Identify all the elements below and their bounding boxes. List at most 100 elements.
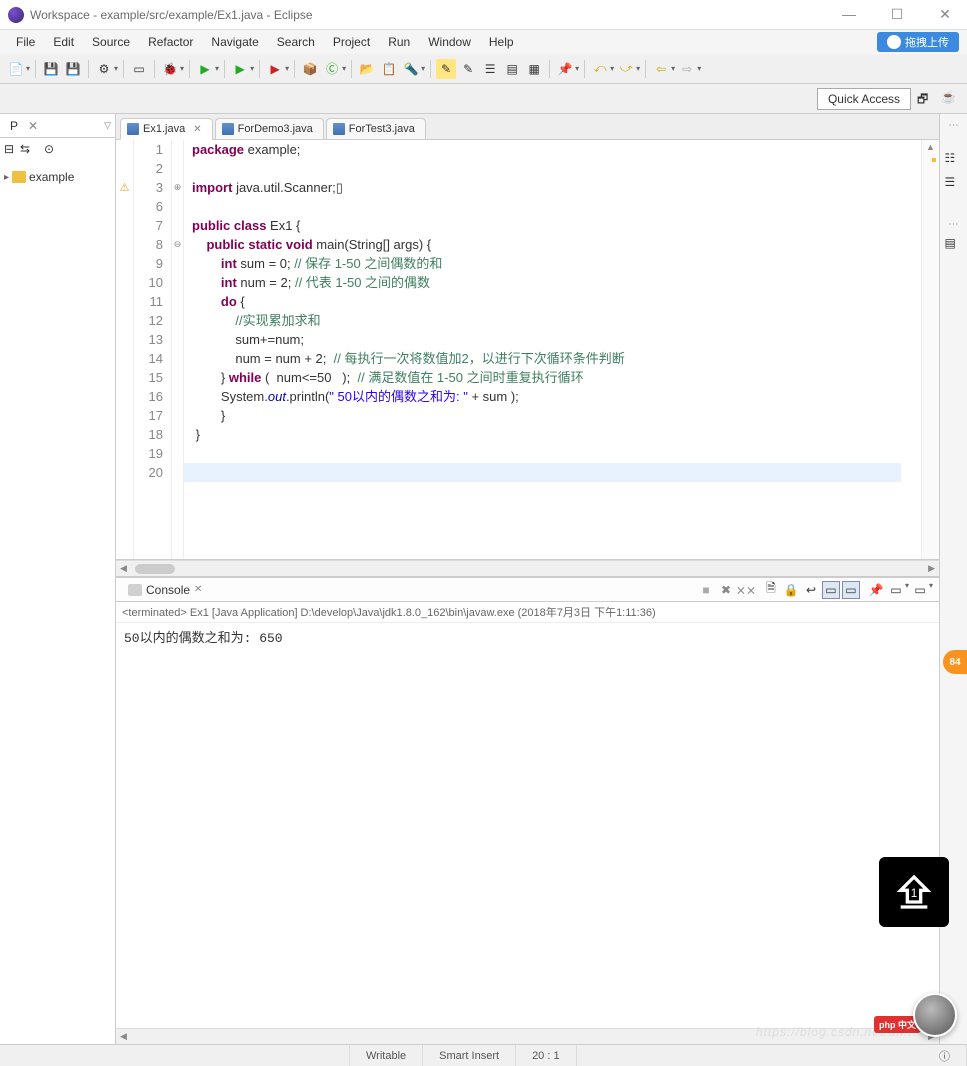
editor-tab-fordemo3-java[interactable]: ForDemo3.java	[215, 118, 324, 139]
menu-edit[interactable]: Edit	[45, 33, 82, 51]
open-type-button[interactable]: 📂	[357, 59, 377, 79]
restore-icon-2[interactable]: ⋯	[949, 219, 959, 230]
code-line[interactable]: System.out.println(" 50以内的偶数之和为: " + sum…	[192, 387, 921, 406]
console-tab[interactable]: Console ✕	[122, 581, 208, 599]
project-tree-item[interactable]: ▸ example	[4, 168, 111, 186]
build-button[interactable]: ⚙	[94, 59, 114, 79]
close-button[interactable]: ✕	[931, 6, 959, 23]
menu-project[interactable]: Project	[325, 33, 378, 51]
menu-run[interactable]: Run	[380, 33, 418, 51]
menu-refactor[interactable]: Refactor	[140, 33, 201, 51]
expand-icon[interactable]: ▸	[4, 172, 9, 183]
code-line[interactable]: do {	[192, 292, 921, 311]
java-perspective-icon[interactable]: ☕	[941, 90, 959, 108]
code-line[interactable]	[192, 463, 921, 482]
code-line[interactable]: }	[192, 406, 921, 425]
scrollbar-thumb[interactable]	[135, 564, 175, 574]
editor-scrollbar-h[interactable]: ◀ ▶	[116, 560, 939, 576]
menu-search[interactable]: Search	[269, 33, 323, 51]
terminate-button[interactable]: ■	[697, 581, 715, 599]
open-console-button[interactable]: ▭	[911, 581, 929, 599]
scroll-left-icon[interactable]: ◀	[116, 1031, 131, 1042]
save-button[interactable]: 💾	[41, 59, 61, 79]
save-all-button[interactable]: 💾	[63, 59, 83, 79]
code-line[interactable]: import java.util.Scanner;▯	[192, 178, 921, 197]
display-selected-button[interactable]: ▭	[887, 581, 905, 599]
maximize-button[interactable]: ☐	[883, 6, 911, 23]
annotation-button[interactable]: ✎	[458, 59, 478, 79]
code-line[interactable]: }	[192, 425, 921, 444]
view-menu-icon[interactable]: ▽	[104, 120, 111, 131]
link-editor-icon[interactable]: ⇆	[20, 142, 34, 156]
word-wrap-button[interactable]: ↩	[802, 581, 820, 599]
nav-next-button[interactable]: ⤻	[616, 59, 636, 79]
bookmark-button[interactable]: ▤	[502, 59, 522, 79]
editor-tab-fortest3-java[interactable]: ForTest3.java	[326, 118, 426, 139]
toggle-button[interactable]: ▭	[129, 59, 149, 79]
upload-overlay-button[interactable]: 1	[879, 857, 949, 927]
task-list-icon[interactable]: ☰	[945, 175, 963, 193]
clear-console-button[interactable]: 🗎	[762, 581, 780, 599]
code-line[interactable]: num = num + 2; // 每执行一次将数值加2，以进行下次循环条件判断	[192, 349, 921, 368]
coverage-button[interactable]: ▶	[230, 59, 250, 79]
pin-button[interactable]: 📌	[555, 59, 575, 79]
forward-button[interactable]: ⇨	[677, 59, 697, 79]
scroll-up-icon[interactable]: ▲	[926, 142, 935, 152]
code-line[interactable]: int sum = 0; // 保存 1-50 之间偶数的和	[192, 254, 921, 273]
remove-launch-button[interactable]: ✖	[717, 581, 735, 599]
menu-file[interactable]: File	[8, 33, 43, 51]
console-scrollbar-h[interactable]: ◀ ▶	[116, 1028, 939, 1044]
editor-tab-ex1-java[interactable]: Ex1.java✕	[120, 118, 213, 140]
menu-source[interactable]: Source	[84, 33, 138, 51]
warning-marker[interactable]	[932, 158, 936, 162]
code-line[interactable]	[192, 197, 921, 216]
status-tip-icon[interactable]: ⓘ	[923, 1045, 967, 1066]
debug-button[interactable]: 🐞	[160, 59, 180, 79]
outline-icon[interactable]: ▤	[945, 236, 963, 254]
search-button[interactable]: 🔦	[401, 59, 421, 79]
tab-close-icon[interactable]: ✕	[28, 119, 38, 133]
back-button[interactable]: ⇦	[651, 59, 671, 79]
warning-icon[interactable]: ⚠	[120, 181, 130, 194]
minimize-button[interactable]: —	[835, 6, 863, 23]
show-console-stderr-button[interactable]: ▭	[842, 581, 860, 599]
console-output[interactable]: 50以内的偶数之和为: 650	[116, 623, 939, 1028]
close-tab-icon[interactable]: ✕	[193, 124, 201, 135]
code-line[interactable]	[192, 159, 921, 178]
fold-toggle-icon[interactable]: ⊕	[174, 182, 182, 193]
new-button[interactable]: 📄	[6, 59, 26, 79]
drag-upload-button[interactable]: 拖拽上传	[877, 32, 959, 52]
new-class-button[interactable]: Ⓒ	[322, 59, 342, 79]
avatar[interactable]	[913, 993, 957, 1037]
new-package-button[interactable]: 📦	[300, 59, 320, 79]
scroll-left-icon[interactable]: ◀	[116, 563, 131, 574]
explorer-tab[interactable]: P	[4, 117, 24, 135]
menu-navigate[interactable]: Navigate	[203, 33, 266, 51]
code-line[interactable]	[192, 444, 921, 463]
perspective-customize-icon[interactable]: 🗗	[917, 90, 935, 108]
code-line[interactable]: package example;	[192, 140, 921, 159]
collapse-all-icon[interactable]: ⊟	[4, 142, 18, 156]
console-tab-close-icon[interactable]: ✕	[194, 584, 202, 595]
code-line[interactable]: sum+=num;	[192, 330, 921, 349]
focus-task-icon[interactable]: ⊙	[44, 142, 58, 156]
menu-window[interactable]: Window	[420, 33, 479, 51]
scroll-right-icon[interactable]: ▶	[924, 563, 939, 574]
open-task-button[interactable]: 📋	[379, 59, 399, 79]
code-editor[interactable]: ⚠ 12367891011121314151617181920 ⊕⊖ packa…	[116, 140, 939, 560]
code-line[interactable]: //实现累加求和	[192, 311, 921, 330]
side-badge[interactable]: 84	[943, 650, 967, 674]
marker-button[interactable]: ✎	[436, 59, 456, 79]
restore-icon[interactable]: ⋯	[949, 120, 959, 131]
outline-view-icon[interactable]: ☷	[945, 151, 963, 169]
overview-ruler[interactable]: ▲	[921, 140, 939, 559]
scroll-lock-button[interactable]: 🔒	[782, 581, 800, 599]
remove-all-button[interactable]: ⨯⨯	[737, 581, 755, 599]
menu-help[interactable]: Help	[481, 33, 522, 51]
task-button[interactable]: ☰	[480, 59, 500, 79]
run-button[interactable]: ▶	[195, 59, 215, 79]
breakpoint-button[interactable]: ▦	[524, 59, 544, 79]
pin-console-button[interactable]: 📌	[867, 581, 885, 599]
code-line[interactable]: public class Ex1 {	[192, 216, 921, 235]
show-console-stdout-button[interactable]: ▭	[822, 581, 840, 599]
